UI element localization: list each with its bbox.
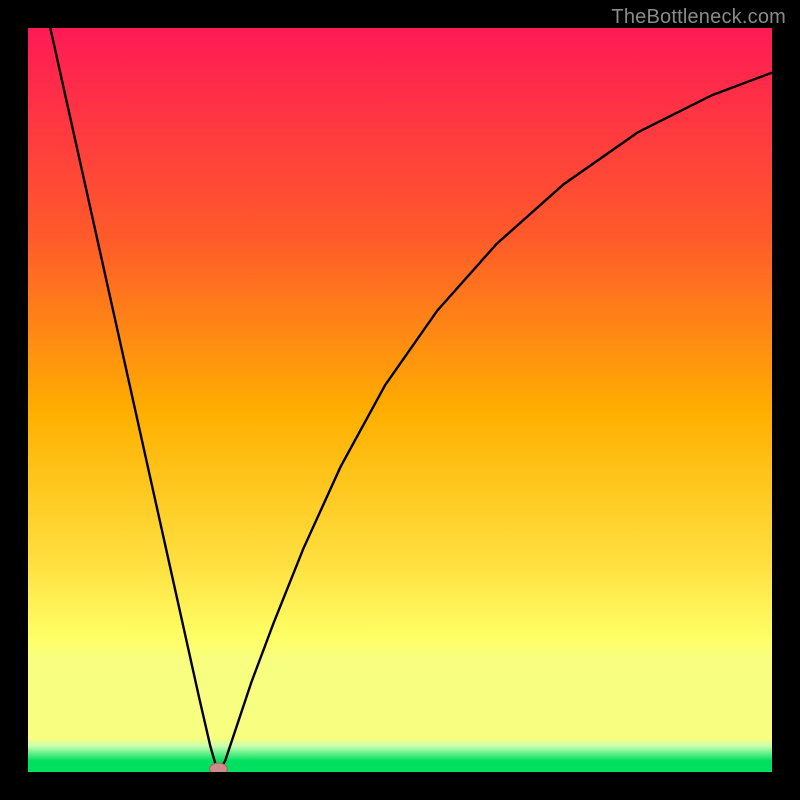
bottleneck-chart xyxy=(28,28,772,772)
optimum-marker xyxy=(210,763,228,772)
attribution-text: TheBottleneck.com xyxy=(611,6,786,29)
chart-frame xyxy=(28,28,772,772)
gradient-background xyxy=(28,28,772,772)
